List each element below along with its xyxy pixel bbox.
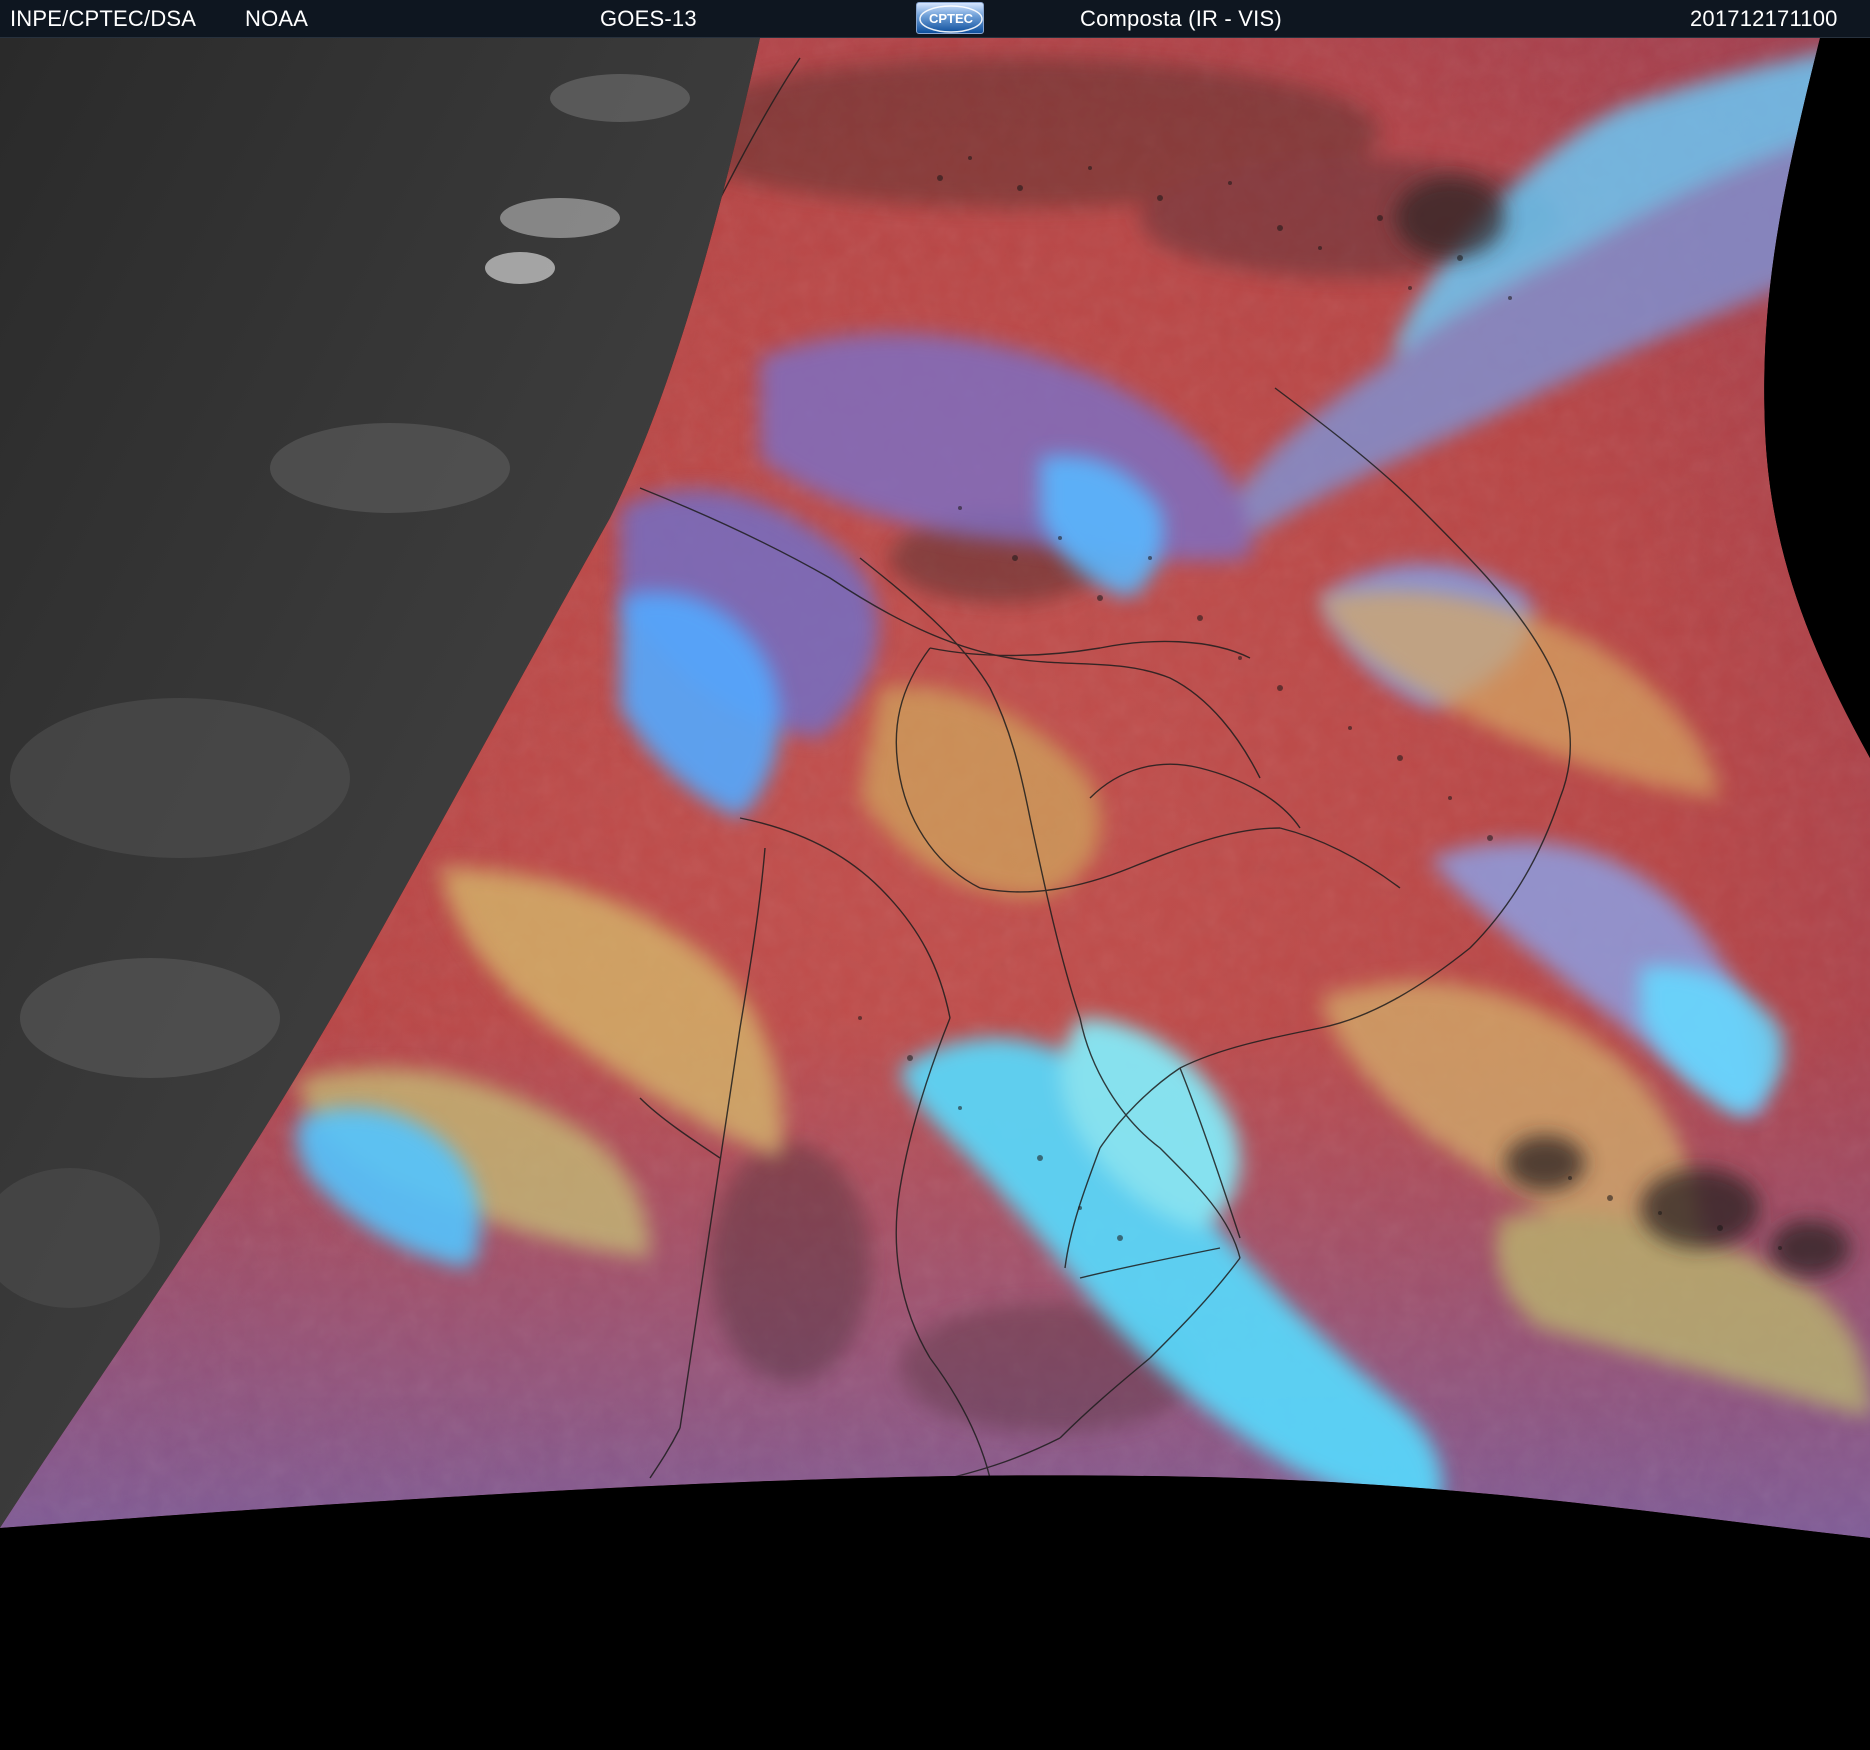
satellite-image — [0, 38, 1870, 1750]
satellite-label: GOES-13 — [600, 6, 697, 31]
cptec-logo: CPTEC — [916, 2, 984, 34]
satellite-composite — [0, 38, 1870, 1750]
bottom-mask — [0, 1475, 1870, 1750]
image-header: INPE/CPTEC/DSA NOAA GOES-13 CPTEC Compos… — [0, 0, 1870, 38]
product-label: Composta (IR - VIS) — [1080, 6, 1282, 31]
timestamp-label: 201712171100 — [1690, 6, 1838, 31]
logo-text: CPTEC — [929, 11, 974, 26]
agency-label: NOAA — [245, 6, 309, 31]
source-label: INPE/CPTEC/DSA — [10, 6, 197, 31]
